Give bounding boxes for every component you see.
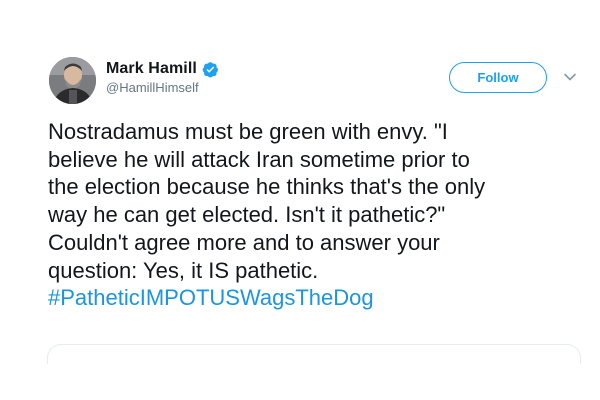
- tweet-text: Nostradamus must be green with envy. "I …: [48, 118, 583, 312]
- hashtag-link[interactable]: #PatheticIMPOTUSWagsTheDog: [48, 284, 583, 312]
- tweet-text-line: believe he will attack Iran sometime pri…: [48, 146, 470, 172]
- avatar-photo: [49, 57, 96, 104]
- follow-button[interactable]: Follow: [449, 62, 547, 93]
- tweet-text-line: the election because he thinks that's th…: [48, 174, 486, 200]
- chevron-down-icon[interactable]: [563, 70, 577, 84]
- tweet-text-line: way he can get elected. Isn't it patheti…: [48, 202, 446, 228]
- author-handle[interactable]: @HamillHimself: [106, 80, 199, 95]
- verified-badge-icon: [202, 61, 218, 77]
- embedded-card[interactable]: [47, 344, 581, 364]
- author-name-row[interactable]: Mark Hamill: [106, 59, 219, 79]
- tweet-text-line: Nostradamus must be green with envy. "I: [48, 119, 448, 144]
- tweet-text-line: question: Yes, it IS pathetic.: [48, 257, 319, 283]
- avatar[interactable]: [49, 57, 96, 104]
- author-display-name[interactable]: Mark Hamill: [106, 60, 197, 78]
- tweet-text-line: Couldn't agree more and to answer your: [48, 229, 440, 255]
